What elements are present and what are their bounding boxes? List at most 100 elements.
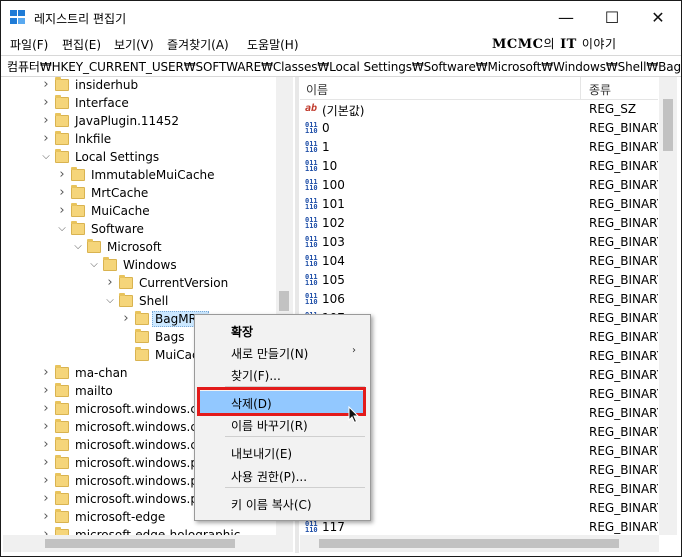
folder-icon xyxy=(55,401,69,415)
tree-item[interactable]: › Interface xyxy=(3,95,293,113)
folder-icon xyxy=(55,419,69,433)
chevron-right-icon[interactable]: › xyxy=(41,114,51,127)
context-menu-item[interactable]: 사용 권한(P)... xyxy=(195,464,370,486)
value-row[interactable]: 011 110 105 REG_BINARY xyxy=(300,271,658,290)
value-type: REG_BINARY xyxy=(589,311,658,325)
tree-item[interactable]: › insiderhub xyxy=(3,77,293,95)
context-menu-item[interactable]: 이름 바꾸기(R) xyxy=(195,413,370,435)
menu-separator xyxy=(225,436,365,437)
chevron-right-icon[interactable]: › xyxy=(41,456,51,469)
tree-item[interactable]: ⌵ Local Settings xyxy=(3,149,293,167)
binary-value-icon: 011110 xyxy=(305,292,318,306)
value-type: REG_BINARY xyxy=(589,444,658,458)
value-name: 102 xyxy=(322,216,345,230)
list-scroll-thumb[interactable] xyxy=(663,99,673,151)
tree-item-label: CurrentVersion xyxy=(139,276,229,290)
chevron-right-icon[interactable]: › xyxy=(41,366,51,379)
context-menu-item[interactable]: 새로 만들기(N) › xyxy=(195,341,370,363)
column-header-name[interactable]: 이름 xyxy=(306,81,328,98)
list-hscroll-thumb[interactable] xyxy=(319,539,619,548)
tree-item[interactable]: ⌵ Windows xyxy=(3,257,293,275)
value-name: 1 xyxy=(322,140,330,154)
tree-item[interactable]: › JavaPlugin.11452 xyxy=(3,113,293,131)
value-type: REG_BINARY xyxy=(589,273,658,287)
address-path[interactable]: 컴퓨터₩HKEY_CURRENT_USER₩SOFTWARE₩Classes₩L… xyxy=(7,58,681,75)
chevron-right-icon[interactable]: › xyxy=(105,276,115,289)
tree-item-label: microsoft-edge-holographic xyxy=(75,528,241,535)
chevron-down-icon[interactable]: ⌵ xyxy=(89,259,99,271)
column-header-type[interactable]: 종류 xyxy=(589,81,611,98)
tree-item-label: Windows xyxy=(123,258,177,272)
chevron-right-icon[interactable]: › xyxy=(41,78,51,91)
tree-hscroll-thumb[interactable] xyxy=(45,539,235,548)
tree-item[interactable]: › ImmutableMuiCache xyxy=(3,167,293,185)
value-type: REG_BINARY xyxy=(589,178,658,192)
maximize-button[interactable]: ☐ xyxy=(589,1,635,33)
chevron-right-icon[interactable]: › xyxy=(41,438,51,451)
tree-item[interactable]: › microsoft-edge-holographic xyxy=(3,527,293,535)
folder-icon xyxy=(55,455,69,469)
menu-file[interactable]: 파일(F) xyxy=(10,36,48,53)
value-name: (기본값) xyxy=(322,104,365,118)
chevron-right-icon[interactable]: › xyxy=(57,168,67,181)
value-name: 100 xyxy=(322,178,345,192)
context-menu-item[interactable]: 확장 xyxy=(195,319,370,341)
menu-favorites[interactable]: 즐겨찾기(A) xyxy=(167,36,229,53)
chevron-right-icon[interactable]: › xyxy=(57,204,67,217)
tree-item[interactable]: › CurrentVersion xyxy=(3,275,293,293)
chevron-right-icon[interactable]: › xyxy=(121,312,131,325)
brand-latin: MCMC xyxy=(492,37,544,52)
value-row[interactable]: 011 110 102 REG_BINARY xyxy=(300,214,658,233)
chevron-down-icon[interactable]: ⌵ xyxy=(105,295,115,307)
context-menu-item[interactable]: 키 이름 복사(C) xyxy=(195,492,370,514)
value-type: REG_BINARY xyxy=(589,235,658,249)
value-row[interactable]: 011 110 103 REG_BINARY xyxy=(300,233,658,252)
chevron-right-icon[interactable]: › xyxy=(41,402,51,415)
binary-value-icon: 011110 xyxy=(305,178,318,192)
chevron-right-icon[interactable]: › xyxy=(41,96,51,109)
binary-value-icon: 011110 xyxy=(305,520,318,534)
chevron-right-icon[interactable]: › xyxy=(41,132,51,145)
tree-item[interactable]: › lnkfile xyxy=(3,131,293,149)
value-row[interactable]: 011 110 101 REG_BINARY xyxy=(300,195,658,214)
value-row[interactable]: 011 110 104 REG_BINARY xyxy=(300,252,658,271)
column-divider[interactable] xyxy=(580,77,581,99)
tree-item[interactable]: › MuiCache xyxy=(3,203,293,221)
chevron-right-icon[interactable]: › xyxy=(41,420,51,433)
context-menu-item[interactable]: 찾기(F)... xyxy=(195,363,370,385)
folder-icon xyxy=(119,293,133,307)
context-menu-item[interactable]: 내보내기(E) xyxy=(195,441,370,463)
chevron-right-icon[interactable]: › xyxy=(41,492,51,505)
value-row[interactable]: 011 110 100 REG_BINARY xyxy=(300,176,658,195)
value-type: REG_BINARY xyxy=(589,349,658,363)
close-button[interactable]: ✕ xyxy=(635,1,681,33)
value-type: REG_BINARY xyxy=(589,425,658,439)
chevron-right-icon[interactable]: › xyxy=(57,186,67,199)
menu-view[interactable]: 보기(V) xyxy=(114,36,154,53)
minimize-button[interactable]: — xyxy=(543,1,589,33)
value-row[interactable]: 011 110 1 REG_BINARY xyxy=(300,138,658,157)
address-bar[interactable]: 컴퓨터₩HKEY_CURRENT_USER₩SOFTWARE₩Classes₩L… xyxy=(1,55,681,77)
value-row[interactable]: ab (기본값) REG_SZ xyxy=(300,100,658,119)
value-row[interactable]: 011 110 10 REG_BINARY xyxy=(300,157,658,176)
value-row[interactable]: 011 110 0 REG_BINARY xyxy=(300,119,658,138)
folder-icon xyxy=(135,311,149,325)
chevron-right-icon[interactable]: › xyxy=(41,510,51,523)
tree-item[interactable]: › MrtCache xyxy=(3,185,293,203)
value-type: REG_SZ xyxy=(589,102,637,116)
chevron-down-icon[interactable]: ⌵ xyxy=(41,151,51,163)
tree-scroll-thumb[interactable] xyxy=(279,291,289,311)
chevron-down-icon[interactable]: ⌵ xyxy=(57,223,67,235)
tree-item[interactable]: ⌵ Software xyxy=(3,221,293,239)
tree-item[interactable]: ⌵ Shell xyxy=(3,293,293,311)
value-row[interactable]: 011 110 106 REG_BINARY xyxy=(300,290,658,309)
binary-value-icon: 011110 xyxy=(305,235,318,249)
chevron-right-icon[interactable]: › xyxy=(41,384,51,397)
tree-item[interactable]: ⌵ Microsoft xyxy=(3,239,293,257)
chevron-right-icon[interactable]: › xyxy=(41,474,51,487)
binary-value-icon: 011110 xyxy=(305,140,318,154)
menu-edit[interactable]: 편집(E) xyxy=(62,36,101,53)
chevron-down-icon[interactable]: ⌵ xyxy=(73,241,83,253)
menu-help[interactable]: 도움말(H) xyxy=(247,36,299,53)
folder-icon xyxy=(55,131,69,145)
